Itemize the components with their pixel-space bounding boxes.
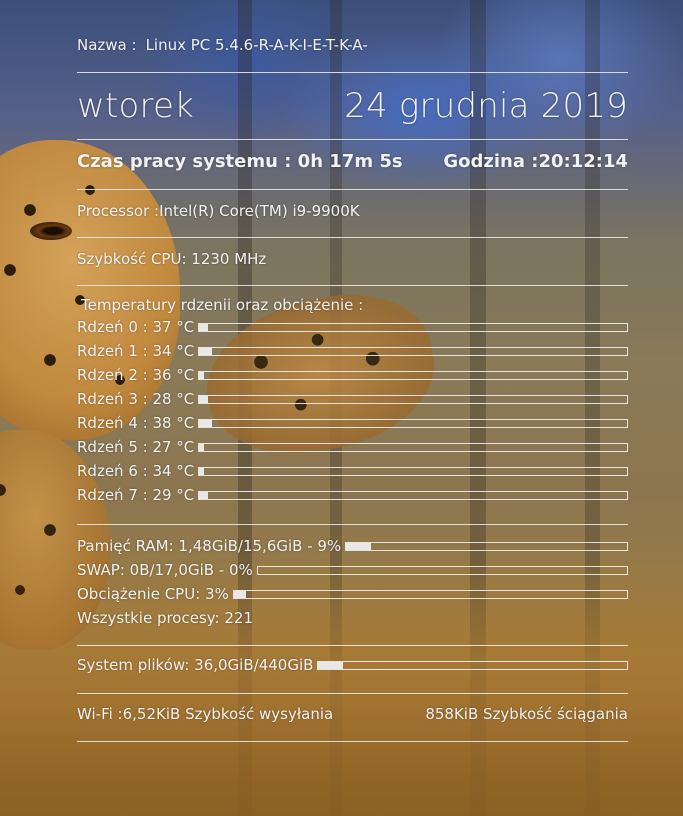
core-load-bar-fill <box>199 419 213 427</box>
core-load-bar-fill <box>199 347 213 355</box>
core-load-bar <box>198 346 628 356</box>
divider <box>77 139 628 140</box>
core-load-bar-fill <box>199 395 208 403</box>
core-row: Rdzeń 2 : 36 °C <box>77 365 628 385</box>
divider <box>77 693 628 694</box>
core-load-bar <box>198 322 628 332</box>
core-temperature-label: Rdzeń 7 : 29 °C <box>77 486 195 504</box>
divider <box>77 189 628 190</box>
core-load-bar <box>198 466 628 476</box>
core-row: Rdzeń 0 : 37 °C <box>77 317 628 337</box>
date-row: wtorek 24 grudnia 2019 <box>77 86 628 126</box>
core-row: Rdzeń 3 : 28 °C <box>77 389 628 409</box>
core-load-bar <box>198 418 628 428</box>
cpu-speed-row: Szybkość CPU: 1230 MHz <box>77 248 266 270</box>
core-row: Rdzeń 1 : 34 °C <box>77 341 628 361</box>
core-temperature-label: Rdzeń 2 : 36 °C <box>77 366 195 384</box>
swap-row: SWAP: 0B/17,0GiB - 0% <box>77 560 628 580</box>
cpu-load-bar <box>232 589 628 599</box>
core-temperature-label: Rdzeń 3 : 28 °C <box>77 390 195 408</box>
ram-bar-fill <box>346 542 372 550</box>
core-load-bar-fill <box>199 443 204 451</box>
core-load-bar <box>198 394 628 404</box>
uptime: Czas pracy systemu : 0h 17m 5s <box>77 150 403 172</box>
hostname-label: Nazwa : <box>77 36 137 54</box>
core-load-bar-fill <box>199 491 208 499</box>
divider <box>77 524 628 525</box>
core-row: Rdzeń 6 : 34 °C <box>77 461 628 481</box>
ram-label: Pamięć RAM: 1,48GiB/15,6GiB - 9% <box>77 537 342 555</box>
filesystem-bar-fill <box>318 661 344 669</box>
uptime-row: Czas pracy systemu : 0h 17m 5s Godzina :… <box>77 148 628 174</box>
core-row: Rdzeń 4 : 38 °C <box>77 413 628 433</box>
upload-speed: Wi-Fi :6,52KiB Szybkość wysyłania <box>77 705 334 723</box>
filesystem-row: System plików: 36,0GiB/440GiB <box>77 655 628 675</box>
swap-bar <box>256 565 628 575</box>
cpu-load-row: Obciążenie CPU: 3% <box>77 584 628 604</box>
divider <box>77 741 628 742</box>
core-load-bar-fill <box>199 467 204 475</box>
swap-label: SWAP: 0B/17,0GiB - 0% <box>77 561 253 579</box>
ram-bar <box>345 541 628 551</box>
divider <box>77 285 628 286</box>
ram-row: Pamięć RAM: 1,48GiB/15,6GiB - 9% <box>77 536 628 556</box>
core-temperature-label: Rdzeń 4 : 38 °C <box>77 414 195 432</box>
core-temperature-label: Rdzeń 6 : 34 °C <box>77 462 195 480</box>
core-load-bar-fill <box>199 323 208 331</box>
temperatures-title-row: Temperatury rdzenii oraz obciążenie : <box>81 294 363 316</box>
core-row: Rdzeń 7 : 29 °C <box>77 485 628 505</box>
date: 24 grudnia 2019 <box>344 86 628 126</box>
core-load-bar <box>198 442 628 452</box>
network-row: Wi-Fi :6,52KiB Szybkość wysyłania 858KiB… <box>77 703 628 725</box>
divider <box>77 237 628 238</box>
core-load-bar-fill <box>199 371 204 379</box>
core-temperature-label: Rdzeń 5 : 27 °C <box>77 438 195 456</box>
temperatures-title: Temperatury rdzenii oraz obciążenie : <box>81 296 364 314</box>
process-count: Wszystkie procesy: 221 <box>77 609 254 627</box>
wallpaper-cheetah-eye <box>30 222 72 240</box>
core-temperature-label: Rdzeń 0 : 37 °C <box>77 318 195 336</box>
divider <box>77 72 628 73</box>
filesystem-bar <box>317 660 628 670</box>
cpu-load-bar-fill <box>233 590 246 598</box>
core-temperature-label: Rdzeń 1 : 34 °C <box>77 342 195 360</box>
core-load-bar <box>198 370 628 380</box>
weekday: wtorek <box>77 86 194 126</box>
filesystem-label: System plików: 36,0GiB/440GiB <box>77 656 314 674</box>
download-speed: 858KiB Szybkość ściągania <box>425 705 628 723</box>
hostname-value: Linux PC 5.4.6-R-A-K-I-E-T-K-A- <box>145 36 368 54</box>
clock: Godzina :20:12:14 <box>443 150 628 172</box>
divider <box>77 645 628 646</box>
core-load-bar <box>198 490 628 500</box>
cpu-load-label: Obciążenie CPU: 3% <box>77 585 229 603</box>
hostname-row: Nazwa : Linux PC 5.4.6-R-A-K-I-E-T-K-A- <box>77 35 368 55</box>
cpu-speed: Szybkość CPU: 1230 MHz <box>77 250 267 268</box>
processor-model: Processor :Intel(R) Core(TM) i9-9900K <box>77 202 360 220</box>
processor-row: Processor :Intel(R) Core(TM) i9-9900K <box>77 200 360 222</box>
core-row: Rdzeń 5 : 27 °C <box>77 437 628 457</box>
processes-row: Wszystkie procesy: 221 <box>77 608 628 628</box>
